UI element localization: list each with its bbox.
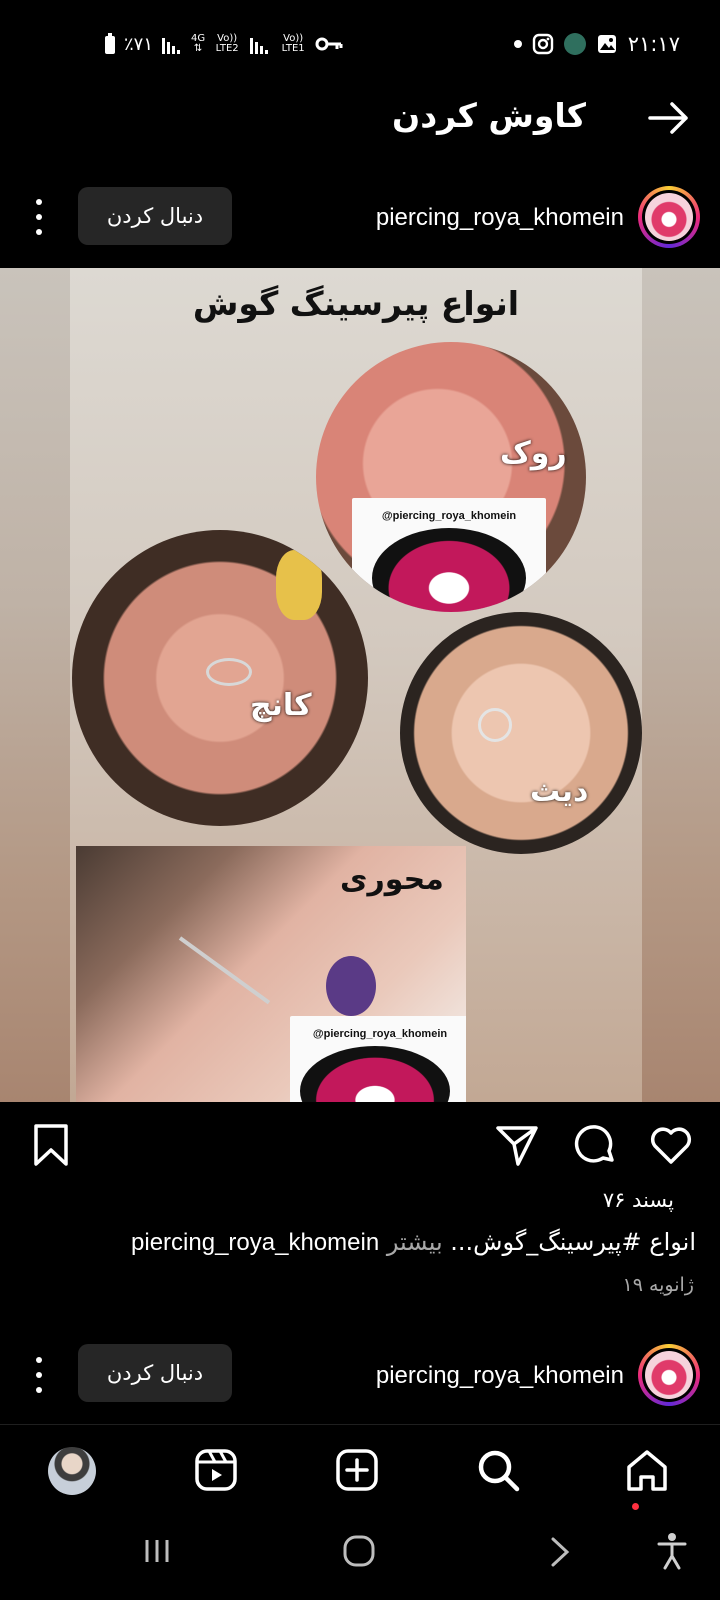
lips-icon (372, 528, 526, 612)
purple-scrunchie (326, 956, 376, 1016)
daith-ear-photo (400, 612, 642, 854)
post-actions (0, 1120, 720, 1180)
post-username[interactable]: piercing_roya_khomein (376, 1362, 624, 1390)
battery-percent: ٪۷۱ (124, 33, 154, 55)
arrow-right-icon[interactable] (646, 98, 692, 138)
hair-clip (276, 550, 322, 620)
more-options-icon[interactable] (29, 199, 49, 235)
post-image[interactable]: انواع پیرسینگ گوش @piercing_roya_khomein… (0, 268, 720, 1102)
create-icon[interactable] (334, 1447, 380, 1493)
bottom-nav (0, 1424, 720, 1517)
label-conch: کانچ (250, 688, 312, 723)
page-title: کاوش کردن (392, 96, 586, 135)
search-icon[interactable] (475, 1447, 521, 1493)
lips-icon (300, 1046, 450, 1102)
label-daith: دیث (530, 774, 589, 809)
status-left: ٪۷۱ 4G ⇅ Vo)) LTE2 Vo)) LTE1 (104, 30, 343, 58)
post-date: ۱۹ ژانویه (622, 1274, 695, 1296)
bookmark-icon[interactable] (28, 1122, 74, 1168)
gallery-icon (597, 35, 616, 53)
dot-icon (513, 40, 522, 48)
home-icon[interactable] (624, 1447, 670, 1493)
lte2-label: Vo)) LTE2 (215, 33, 239, 54)
conch-ear-photo (72, 530, 368, 826)
comment-icon[interactable] (572, 1122, 618, 1168)
share-icon[interactable] (494, 1122, 540, 1168)
reels-icon[interactable] (193, 1447, 239, 1493)
lte1-label: Vo)) LTE1 (281, 33, 305, 54)
signal-icon (250, 38, 269, 54)
app-icon (563, 33, 586, 55)
home-circle-icon[interactable] (342, 1534, 376, 1568)
handle-card: @piercing_roya_khomein (352, 498, 546, 612)
back-nav-icon[interactable] (548, 1536, 572, 1568)
lips-logo-icon (645, 193, 693, 241)
signal-icon (162, 38, 181, 54)
caption-text: انواع #پیرسینگ_گوش... (450, 1228, 696, 1256)
profile-avatar[interactable] (48, 1447, 96, 1495)
status-right: ۲۱:۱۷ (513, 30, 680, 58)
caption-more[interactable]: بیشتر (387, 1228, 443, 1256)
recent-apps-icon[interactable] (142, 1536, 172, 1566)
next-post-header: دنبال کردن piercing_roya_khomein (0, 1340, 720, 1410)
follow-button[interactable]: دنبال کردن (78, 187, 232, 245)
industrial-bar (178, 936, 271, 1005)
lips-logo-icon (645, 1351, 693, 1399)
key-icon (315, 37, 343, 51)
notification-dot (632, 1503, 639, 1510)
label-rook: روک (500, 436, 567, 471)
system-nav (0, 1520, 720, 1600)
label-industrial: محوری (340, 862, 444, 897)
heart-icon[interactable] (648, 1122, 694, 1168)
status-bar: ٪۷۱ 4G ⇅ Vo)) LTE2 Vo)) LTE1 ۲۱:۱۷ (0, 0, 720, 88)
likes-count[interactable]: ۷۶ پسند (603, 1188, 674, 1212)
post-caption[interactable]: piercing_roya_khomein انواع #پیرسینگ_گوش… (131, 1228, 696, 1257)
post-avatar[interactable] (638, 1344, 700, 1406)
daith-ring (478, 708, 512, 742)
post-header: دنبال کردن piercing_roya_khomein (0, 182, 720, 252)
caption-username[interactable]: piercing_roya_khomein (131, 1229, 379, 1256)
battery-icon (105, 33, 115, 54)
card-handle: @piercing_roya_khomein (381, 510, 517, 522)
post-username[interactable]: piercing_roya_khomein (376, 204, 624, 232)
conch-ring (206, 658, 252, 686)
accessibility-icon[interactable] (656, 1532, 688, 1570)
post-avatar[interactable] (638, 186, 700, 248)
image-title: انواع پیرسینگ گوش (192, 284, 520, 323)
clock: ۲۱:۱۷ (627, 32, 680, 56)
network-type: 4G ⇅ (191, 33, 206, 54)
follow-button[interactable]: دنبال کردن (78, 1344, 232, 1402)
rook-ear-photo: @piercing_roya_khomein (316, 342, 586, 612)
poster: انواع پیرسینگ گوش @piercing_roya_khomein… (70, 268, 642, 1102)
handle-card-2: @piercing_roya_khomein (290, 1016, 466, 1102)
instagram-icon (532, 33, 553, 55)
card-handle-2: @piercing_roya_khomein (312, 1028, 448, 1040)
more-options-icon[interactable] (29, 1357, 49, 1393)
